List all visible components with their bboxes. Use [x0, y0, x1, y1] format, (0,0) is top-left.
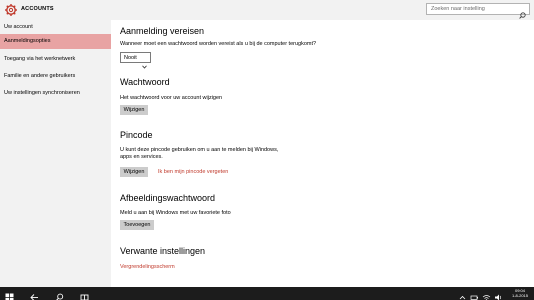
wifi-icon[interactable] [482, 289, 491, 300]
back-arrow-icon[interactable] [30, 289, 39, 300]
sidebar-item-label: Familie en andere gebruikers [4, 73, 76, 79]
title-bar: ACCOUNTS Zoeken naar instelling [0, 0, 534, 20]
password-description: Het wachtwoord voor uw account wijzigen [120, 95, 223, 101]
sidebar-item-sign-in-options[interactable]: Aanmeldingsopties [0, 34, 111, 49]
task-view-icon[interactable] [80, 289, 89, 300]
sidebar-item-label: Uw account [4, 24, 33, 30]
notification-chevron-icon[interactable] [458, 289, 467, 300]
add-picture-password-button[interactable]: Toevoegen [120, 220, 154, 230]
sidebar-item-label: Toegang via het werknetwerk [4, 56, 76, 62]
forgot-pin-link[interactable]: Ik ben mijn pincode vergeten [158, 169, 228, 175]
windows-start-icon[interactable] [5, 289, 14, 300]
lock-screen-link[interactable]: Vergrendelingsscherm [120, 264, 175, 270]
section-heading-password: Wachtwoord [120, 77, 170, 87]
pin-description-line2: apps en services. [120, 154, 163, 160]
main-content: Aanmelding vereisen Wanneer moet een wac… [111, 20, 534, 287]
sidebar-item-family-users[interactable]: Familie en andere gebruikers [0, 69, 111, 84]
signin-question: Wanneer moet een wachtwoord worden verei… [120, 41, 317, 47]
gear-icon [4, 3, 18, 17]
select-value: Nooit [124, 55, 137, 61]
section-heading-related-settings: Verwante instellingen [120, 246, 206, 256]
sidebar-item-work-access[interactable]: Toegang via het werknetwerk [0, 52, 111, 67]
sidebar-item-your-account[interactable]: Uw account [0, 20, 111, 35]
volume-icon[interactable] [494, 289, 503, 300]
taskbar: 09:04 1-8-2015 [0, 287, 534, 300]
search-icon[interactable] [519, 6, 526, 19]
cortana-search-icon[interactable] [55, 289, 64, 300]
battery-icon[interactable] [470, 289, 479, 300]
clock-date: 1-8-2015 [511, 293, 528, 298]
section-heading-signin-required: Aanmelding vereisen [120, 26, 205, 36]
app-title: ACCOUNTS [21, 6, 54, 12]
signin-required-select[interactable]: Nooit [120, 52, 151, 69]
search-placeholder: Zoeken naar instelling [431, 6, 485, 12]
sidebar-item-label: Aanmeldingsopties [4, 38, 51, 44]
picture-password-description: Meld u aan bij Windows met uw favoriete … [120, 210, 231, 216]
taskbar-clock[interactable]: 09:04 1-8-2015 [512, 288, 528, 298]
change-pin-button[interactable]: Wijzigen [120, 167, 148, 177]
search-input[interactable]: Zoeken naar instelling [426, 3, 530, 19]
sidebar-item-sync-settings[interactable]: Uw instellingen synchroniseren [0, 86, 111, 101]
section-heading-picture-password: Afbeeldingswachtwoord [120, 193, 216, 203]
chevron-down-icon [142, 56, 147, 69]
change-password-button[interactable]: Wijzigen [120, 105, 148, 115]
sidebar-item-label: Uw instellingen synchroniseren [4, 90, 80, 96]
sidebar: Uw account Aanmeldingsopties Toegang via… [0, 20, 111, 287]
section-heading-pin: Pincode [120, 130, 153, 140]
